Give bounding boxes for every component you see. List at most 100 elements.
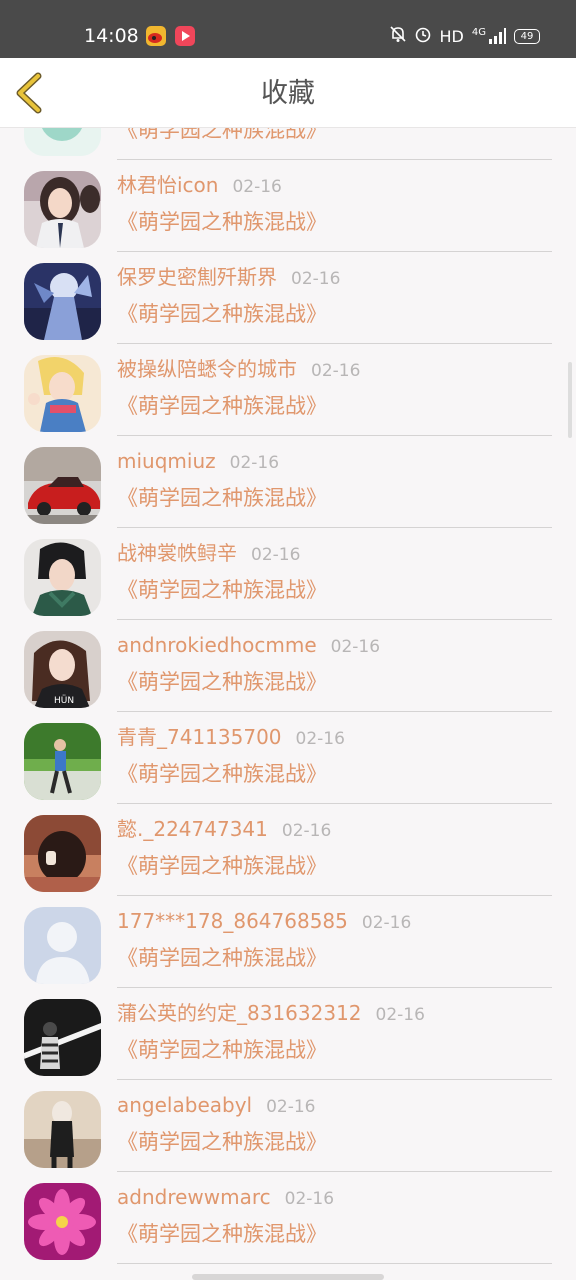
book-title[interactable]: 《萌学园之种族混战》 — [117, 207, 327, 237]
username[interactable]: 战神裳帙鲟辛 02-16 — [117, 539, 300, 569]
username[interactable]: angelabeabyl 02-16 — [117, 1091, 316, 1121]
date-label: 02-16 — [232, 177, 282, 197]
network-label: 4G — [471, 27, 486, 38]
username[interactable]: adndrewwmarc 02-16 — [117, 1183, 334, 1213]
date-label: 02-16 — [251, 545, 301, 565]
username-label: 青青_741135700 — [117, 725, 282, 749]
username-label: 懿._224747341 — [117, 817, 268, 841]
book-title[interactable]: 《萌学园之种族混战》 — [117, 299, 327, 329]
book-title[interactable]: 《萌学园之种族混战》 — [117, 1127, 327, 1157]
hd-label: HD — [439, 26, 464, 46]
username[interactable]: 177***178_864768585 02-16 — [117, 907, 411, 937]
username-label: 战神裳帙鲟辛 — [117, 541, 237, 565]
signal-icon: 4G — [472, 28, 506, 44]
book-title[interactable]: 《萌学园之种族混战》 — [117, 483, 327, 513]
book-title[interactable]: 《萌学园之种族混战》 — [117, 575, 327, 605]
home-indicator[interactable] — [192, 1274, 384, 1280]
scrollbar[interactable] — [568, 362, 572, 438]
avatar[interactable] — [24, 539, 101, 616]
status-time: 14:08 — [84, 25, 139, 47]
favorites-list[interactable]: 《萌学园之种族混战》 林君怡icon 02-16 《萌学园之种族混战》 保罗史密劁歼斯界… — [0, 128, 576, 1280]
list-item-text: 被操纵陪蟋令的城市 02-16 《萌学园之种族混战》 — [117, 344, 552, 436]
list-item[interactable]: 保罗史密劁歼斯界 02-16 《萌学园之种族混战》 — [0, 252, 576, 344]
title-bar: 收藏 — [0, 58, 576, 128]
list-item[interactable]: 青青_741135700 02-16 《萌学园之种族混战》 — [0, 712, 576, 804]
avatar[interactable] — [24, 171, 101, 248]
username-label: 保罗史密劁歼斯界 — [117, 265, 277, 289]
avatar[interactable] — [24, 815, 101, 892]
username[interactable]: 蒲公英的约定_831632312 02-16 — [117, 999, 425, 1029]
avatar[interactable] — [24, 263, 101, 340]
date-label: 02-16 — [361, 913, 412, 933]
username-label: miuqmiuz — [117, 449, 216, 473]
username[interactable]: 青青_741135700 02-16 — [117, 723, 345, 753]
list-item-text: 战神裳帙鲟辛 02-16 《萌学园之种族混战》 — [117, 528, 552, 620]
alarm-icon — [414, 25, 432, 47]
username[interactable]: miuqmiuz 02-16 — [117, 447, 279, 477]
avatar[interactable] — [24, 723, 101, 800]
list-item[interactable]: 被操纵陪蟋令的城市 02-16 《萌学园之种族混战》 — [0, 344, 576, 436]
svg-text:HÜN: HÜN — [54, 695, 74, 706]
avatar[interactable] — [24, 999, 101, 1076]
list-item-text: 青青_741135700 02-16 《萌学园之种族混战》 — [117, 712, 552, 804]
list-item[interactable]: 《萌学园之种族混战》 — [0, 128, 576, 160]
username-label: 177***178_864768585 — [117, 909, 348, 933]
date-label: 02-16 — [311, 361, 361, 381]
username[interactable]: andnrokiedhocmme 02-16 — [117, 631, 380, 661]
date-label: 02-16 — [284, 1189, 335, 1209]
list-item[interactable]: angelabeabyl 02-16 《萌学园之种族混战》 — [0, 1080, 576, 1172]
username-label: angelabeabyl — [117, 1093, 253, 1117]
username-label: adndrewwmarc — [117, 1185, 271, 1209]
list-item-text: miuqmiuz 02-16 《萌学园之种族混战》 — [117, 436, 552, 528]
list-item[interactable]: 177***178_864768585 02-16 《萌学园之种族混战》 — [0, 896, 576, 988]
page-title: 收藏 — [261, 78, 315, 109]
avatar[interactable]: HÜN — [24, 631, 101, 708]
username-label: 蒲公英的约定_831632312 — [117, 1001, 362, 1025]
book-title[interactable]: 《萌学园之种族混战》 — [117, 128, 327, 145]
book-title[interactable]: 《萌学园之种族混战》 — [117, 391, 327, 421]
list-item-text: andnrokiedhocmme 02-16 《萌学园之种族混战》 — [117, 620, 552, 712]
username-label: 被操纵陪蟋令的城市 — [117, 357, 297, 381]
avatar[interactable] — [24, 447, 101, 524]
date-label: 02-16 — [375, 1005, 425, 1025]
list-item[interactable]: 蒲公英的约定_831632312 02-16 《萌学园之种族混战》 — [0, 988, 576, 1080]
list-item[interactable]: adndrewwmarc 02-16 《萌学园之种族混战》 — [0, 1172, 576, 1264]
list-item-text: 《萌学园之种族混战》 — [117, 128, 552, 160]
date-label: 02-16 — [330, 637, 381, 657]
avatar[interactable] — [24, 907, 101, 984]
book-title[interactable]: 《萌学园之种族混战》 — [117, 1035, 327, 1065]
username[interactable]: 被操纵陪蟋令的城市 02-16 — [117, 355, 360, 385]
list-item-text: 177***178_864768585 02-16 《萌学园之种族混战》 — [117, 896, 552, 988]
book-title[interactable]: 《萌学园之种族混战》 — [117, 943, 327, 973]
username[interactable]: 保罗史密劁歼斯界 02-16 — [117, 263, 340, 293]
list-item[interactable]: 林君怡icon 02-16 《萌学园之种族混战》 — [0, 160, 576, 252]
avatar[interactable] — [24, 128, 101, 156]
list-item[interactable]: 战神裳帙鲟辛 02-16 《萌学园之种族混战》 — [0, 528, 576, 620]
list-item-text: 保罗史密劁歼斯界 02-16 《萌学园之种族混战》 — [117, 252, 552, 344]
list-item-text: adndrewwmarc 02-16 《萌学园之种族混战》 — [117, 1172, 552, 1264]
list-item-text: 蒲公英的约定_831632312 02-16 《萌学园之种族混战》 — [117, 988, 552, 1080]
date-label: 02-16 — [229, 453, 280, 473]
username-label: 林君怡icon — [117, 173, 219, 197]
list-item[interactable]: miuqmiuz 02-16 《萌学园之种族混战》 — [0, 436, 576, 528]
username[interactable]: 懿._224747341 02-16 — [117, 815, 331, 845]
avatar[interactable] — [24, 355, 101, 432]
username[interactable]: 林君怡icon 02-16 — [117, 171, 282, 201]
username-label: andnrokiedhocmme — [117, 633, 317, 657]
book-title[interactable]: 《萌学园之种族混战》 — [117, 1219, 327, 1249]
list-item[interactable]: 懿._224747341 02-16 《萌学园之种族混战》 — [0, 804, 576, 896]
battery-icon: 49 — [514, 28, 540, 44]
avatar[interactable] — [24, 1091, 101, 1168]
list-item-text: 懿._224747341 02-16 《萌学园之种族混战》 — [117, 804, 552, 896]
video-app-icon — [175, 26, 195, 46]
book-title[interactable]: 《萌学园之种族混战》 — [117, 759, 327, 789]
avatar[interactable] — [24, 1183, 101, 1260]
date-label: 02-16 — [291, 269, 341, 289]
book-title[interactable]: 《萌学园之种族混战》 — [117, 667, 327, 697]
status-indicators: HD 4G 49 — [389, 25, 540, 47]
list-item[interactable]: HÜN andnrokiedhocmme 02-16 《萌学园之种族混战》 — [0, 620, 576, 712]
mute-bell-icon — [389, 25, 406, 47]
status-bar: 14:08 HD 4G 49 — [0, 0, 576, 58]
date-label: 02-16 — [295, 729, 345, 749]
book-title[interactable]: 《萌学园之种族混战》 — [117, 851, 327, 881]
